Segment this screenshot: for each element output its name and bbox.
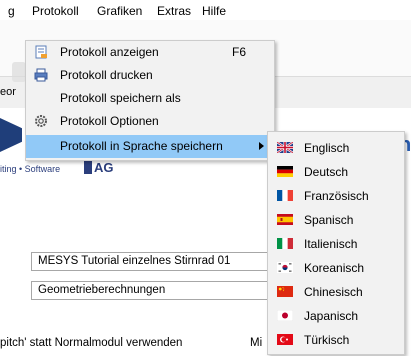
menu-item-label: Spanisch bbox=[304, 213, 354, 227]
menu-item-label: Protokoll in Sprache speichern bbox=[60, 139, 223, 153]
menubar-item-grafiken[interactable]: Grafiken bbox=[97, 3, 142, 19]
germany-flag-icon bbox=[277, 166, 293, 177]
toolbar-icon[interactable] bbox=[12, 62, 26, 82]
menu-item-spanisch[interactable]: Spanisch bbox=[268, 208, 404, 232]
menu-item-label: Türkisch bbox=[304, 333, 350, 347]
menu-item-japanisch[interactable]: Japanisch bbox=[268, 304, 404, 328]
protokoll-menu: Protokoll anzeigen F6 Protokoll drucken … bbox=[25, 40, 275, 161]
spain-flag-icon bbox=[277, 214, 293, 225]
menubar-item-protokoll[interactable]: Protokoll bbox=[32, 3, 79, 19]
turkey-flag-icon bbox=[277, 334, 293, 345]
menu-item-shortcut: F6 bbox=[232, 45, 247, 59]
menu-item-protokoll-drucken[interactable]: Protokoll drucken bbox=[26, 64, 274, 87]
italy-flag-icon bbox=[277, 238, 293, 249]
menu-item-franzoesisch[interactable]: Französisch bbox=[268, 184, 404, 208]
france-flag-icon bbox=[277, 190, 293, 201]
menu-item-label: Protokoll Optionen bbox=[60, 114, 159, 128]
menu-item-label: Protokoll drucken bbox=[60, 68, 153, 82]
menu-item-englisch[interactable]: Englisch bbox=[268, 136, 404, 160]
company-ag: AG bbox=[94, 160, 114, 175]
menu-item-deutsch[interactable]: Deutsch bbox=[268, 160, 404, 184]
calculation-type-field[interactable]: Geometrieberechnungen bbox=[31, 281, 281, 300]
menu-item-label: Koreanisch bbox=[304, 261, 365, 275]
menu-item-label: Italienisch bbox=[304, 237, 358, 251]
menu-item-label: Protokoll speichern als bbox=[60, 91, 181, 105]
company-logo-square bbox=[84, 160, 92, 174]
menu-item-label: Protokoll anzeigen bbox=[60, 45, 159, 59]
submenu-arrow-icon bbox=[259, 142, 264, 150]
menu-item-protokoll-anzeigen[interactable]: Protokoll anzeigen F6 bbox=[26, 41, 274, 64]
project-name-value: MESYS Tutorial einzelnes Stirnrad 01 bbox=[38, 255, 231, 267]
korea-flag-icon bbox=[277, 262, 293, 273]
menu-item-tuerkisch[interactable]: Türkisch bbox=[268, 328, 404, 352]
project-name-field[interactable]: MESYS Tutorial einzelnes Stirnrad 01 bbox=[31, 252, 281, 271]
menu-item-label: Deutsch bbox=[304, 165, 349, 179]
menu-item-label: Japanisch bbox=[304, 309, 359, 323]
language-submenu: Englisch Deutsch Französisch Spanisch It… bbox=[267, 131, 405, 355]
option-label: pitch' statt Normalmodul verwenden bbox=[0, 337, 183, 349]
calculation-type-value: Geometrieberechnungen bbox=[38, 284, 166, 296]
menu-item-protokoll-optionen[interactable]: Protokoll Optionen bbox=[26, 110, 274, 133]
uk-flag-icon bbox=[277, 142, 293, 153]
menu-item-chinesisch[interactable]: Chinesisch bbox=[268, 280, 404, 304]
menubar: g Protokoll Grafiken Extras Hilfe bbox=[0, 0, 411, 20]
document-view-icon bbox=[35, 45, 47, 59]
china-flag-icon bbox=[277, 286, 293, 297]
printer-icon bbox=[34, 68, 48, 82]
menu-item-label: Chinesisch bbox=[304, 285, 363, 299]
company-tagline: iting • Software bbox=[0, 164, 61, 174]
menu-item-koreanisch[interactable]: Koreanisch bbox=[268, 256, 404, 280]
japan-flag-icon bbox=[277, 310, 293, 321]
tab-fragment[interactable]: eor bbox=[0, 86, 16, 98]
menu-item-protokoll-speichern-als[interactable]: Protokoll speichern als bbox=[26, 87, 274, 110]
menu-item-protokoll-in-sprache-speichern[interactable]: Protokoll in Sprache speichern bbox=[26, 135, 274, 158]
gear-icon bbox=[35, 115, 47, 127]
option-label-right: Mi bbox=[250, 337, 263, 349]
menu-item-label: Französisch bbox=[304, 189, 369, 203]
menubar-item-hilfe[interactable]: Hilfe bbox=[202, 3, 226, 19]
menubar-item-extras[interactable]: Extras bbox=[157, 3, 191, 19]
menu-item-label: Englisch bbox=[304, 141, 350, 155]
menubar-item-partial[interactable]: g bbox=[8, 3, 15, 19]
menu-item-italienisch[interactable]: Italienisch bbox=[268, 232, 404, 256]
